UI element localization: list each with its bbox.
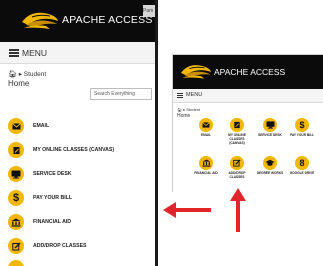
apache-logo-icon [22,12,58,29]
list-item-partial[interactable] [8,258,24,266]
dollar-icon: $ [8,190,24,206]
breadcrumb-page: Home [177,113,191,119]
list-item-label: FINANCIAL AID [33,219,72,225]
tile-email[interactable]: EMAIL [191,118,221,138]
mobile-header: APACHE ACCESS Pam [0,0,155,42]
search-input[interactable] [90,88,152,100]
pencil-book-icon [230,118,244,132]
bank-icon [8,214,24,230]
breadcrumb-section[interactable]: Student [24,71,46,78]
tile-label: EMAIL [201,133,211,137]
app-title: APACHE ACCESS [214,67,286,77]
edit-icon [230,156,244,170]
menu-bar[interactable]: MENU [173,89,323,103]
list-item-label: EMAIL [33,123,50,129]
envelope-icon [8,118,24,134]
hamburger-icon[interactable] [177,93,183,98]
chevron-right-icon: ▸ [183,107,186,112]
graduation-cap-icon [263,156,277,170]
tile-label: DEGREE WORKS [256,171,284,175]
tile-financial-aid[interactable]: FINANCIAL AID [191,156,221,176]
edit-icon [8,238,24,254]
app-title: APACHE ACCESS [62,14,153,26]
envelope-icon [199,118,213,132]
tile-canvas[interactable]: MY ONLINE CLASSES (CANVAS) [222,118,252,145]
tile-service-desk[interactable]: SERVICE DESK [255,118,285,138]
breadcrumb: 🏠︎ ▸ Student [8,70,46,78]
menu-label[interactable]: MENU [186,92,202,98]
list-item-label: PAY YOUR BILL [33,195,73,201]
tile-google-drive[interactable]: 8 GOOGLE DRIVE [287,156,317,176]
breadcrumb-page: Home [8,79,30,88]
tile-label: FINANCIAL AID [194,171,218,175]
desktop-header: APACHE ACCESS [173,55,323,89]
menu-label[interactable]: MENU [22,48,47,58]
list-item-label: SERVICE DESK [33,171,72,177]
bank-icon [199,156,213,170]
monitor-icon [263,118,277,132]
list-item-label: ADD/DROP CLASSES [33,243,87,249]
tile-degree-works[interactable]: DEGREE WORKS [255,156,285,176]
home-icon[interactable]: 🏠︎ [177,107,182,112]
breadcrumb-section[interactable]: Student [186,107,200,112]
tile-add-drop[interactable]: ADD/DROP CLASSES [222,156,252,180]
tile-label: GOOGLE DRIVE [289,171,315,175]
apache-logo-icon [181,65,211,79]
list-item-email[interactable]: EMAIL [8,116,49,136]
mobile-view: APACHE ACCESS Pam MENU 🏠︎ ▸ Student Home… [0,0,158,266]
monitor-icon [8,166,24,182]
red-up-arrow-icon [230,188,246,232]
list-item-label: MY ONLINE CLASSES (CANVAS) [33,147,115,153]
peek-tab: Pam [143,5,155,17]
desktop-view: APACHE ACCESS MENU 🏠︎ ▸ Student Home EMA… [172,54,323,192]
tile-label: PAY YOUR BILL [290,133,314,137]
dollar-icon: $ [295,118,309,132]
breadcrumb: 🏠︎ ▸ Student [177,107,200,112]
tile-pay-bill[interactable]: $ PAY YOUR BILL [287,118,317,138]
list-item-canvas[interactable]: MY ONLINE CLASSES (CANVAS) [8,140,114,160]
next-item-icon [8,260,24,266]
home-icon[interactable]: 🏠︎ [8,71,17,78]
phone-frame-edge [155,0,158,266]
list-item-service-desk[interactable]: SERVICE DESK [8,164,72,184]
comparison-canvas: APACHE ACCESS Pam MENU 🏠︎ ▸ Student Home… [0,0,323,266]
list-item-financial-aid[interactable]: FINANCIAL AID [8,212,71,232]
google-icon: 8 [295,156,309,170]
tile-label: ADD/DROP CLASSES [228,171,246,179]
pencil-book-icon [8,142,24,158]
chevron-right-icon: ▸ [18,71,22,78]
tile-label: MY ONLINE CLASSES (CANVAS) [228,133,246,145]
menu-bar[interactable]: MENU [0,42,155,64]
tile-label: SERVICE DESK [258,133,282,137]
list-item-pay-bill[interactable]: $ PAY YOUR BILL [8,188,72,208]
list-item-add-drop[interactable]: ADD/DROP CLASSES [8,236,87,256]
red-left-arrow-icon [163,202,211,218]
hamburger-icon[interactable] [9,49,19,57]
